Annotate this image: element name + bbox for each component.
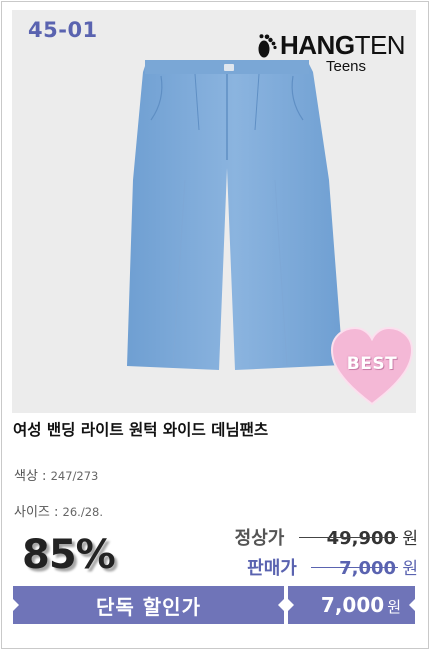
color-value: 247/273 <box>50 469 99 483</box>
best-badge: BEST <box>346 354 398 374</box>
bar-notch-left <box>13 599 19 611</box>
size-value: 26./28. <box>62 505 103 519</box>
original-price-label: 정상가 <box>234 528 285 549</box>
exclusive-discount-bar[interactable]: 단독 할인가 <box>13 586 284 624</box>
denim-pants-illustration <box>127 60 343 370</box>
sale-price: 7,000 원 <box>311 554 418 579</box>
size-label: 사이즈 : <box>14 505 59 520</box>
exclusive-price: 7,000 원 <box>320 593 401 617</box>
footprint-icon <box>258 34 277 58</box>
product-name[interactable]: 여성 밴딩 라이트 원턱 와이드 데님팬츠 <box>13 418 268 440</box>
bar-notch-right <box>278 599 284 611</box>
exclusive-price-bar[interactable]: 7,000 원 <box>288 586 415 624</box>
sale-price-label: 판매가 <box>247 558 297 579</box>
exclusive-discount-label: 단독 할인가 <box>96 594 201 619</box>
original-price: 49,900 원 <box>298 524 418 549</box>
product-image[interactable]: 45-01 HANGTEN Teens BEST <box>12 10 416 413</box>
color-info: 색상 : 247/273 <box>14 465 98 484</box>
brand-name: HANGTEN <box>280 30 406 60</box>
color-label: 색상 : <box>14 469 47 484</box>
product-code: 45-01 <box>28 18 98 42</box>
size-info: 사이즈 : 26./28. <box>14 501 103 520</box>
bar-notch-left <box>288 599 294 611</box>
original-price-row: 정상가 49,900 원 <box>235 524 418 550</box>
sale-price-row: 판매가 7,000 원 <box>247 554 418 580</box>
bar-notch-right <box>409 599 415 611</box>
discount-rate: 85% <box>22 532 116 578</box>
